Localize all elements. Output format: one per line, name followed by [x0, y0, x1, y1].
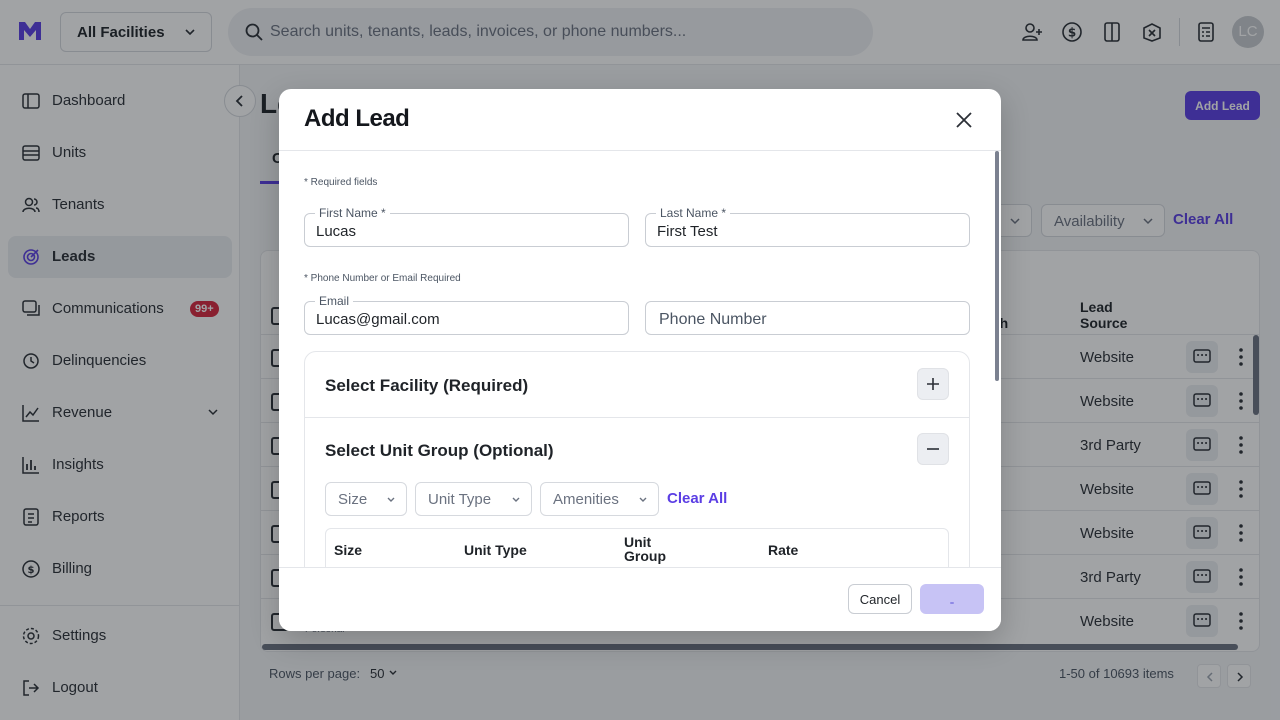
last-name-input[interactable] [657, 222, 957, 240]
chevron-down-icon [512, 497, 520, 502]
size-filter[interactable]: Size [325, 482, 407, 516]
required-fields-note: * Required fields [304, 177, 378, 188]
plus-icon [927, 378, 939, 390]
column-header-rate[interactable]: Rate [768, 543, 798, 557]
chevron-down-icon [387, 497, 395, 502]
first-name-field[interactable]: First Name * [304, 206, 629, 247]
section-divider [305, 417, 969, 418]
column-header-unit-group[interactable]: Unit Group [624, 535, 674, 563]
expand-facility-button[interactable] [917, 368, 949, 400]
size-filter-label: Size [338, 491, 368, 508]
loading-indicator [950, 602, 954, 604]
first-name-input[interactable] [316, 222, 616, 240]
submit-button[interactable] [920, 584, 984, 614]
minus-icon [927, 448, 939, 450]
last-name-field[interactable]: Last Name * [645, 206, 970, 247]
phone-input[interactable] [659, 310, 959, 328]
email-input[interactable] [316, 310, 616, 328]
last-name-label: Last Name * [656, 206, 731, 220]
chevron-down-icon [639, 497, 647, 502]
modal-title: Add Lead [304, 105, 410, 132]
unit-type-filter-label: Unit Type [428, 491, 492, 508]
email-label: Email [315, 294, 354, 308]
clear-unit-filters-link[interactable]: Clear All [667, 490, 727, 507]
phone-field[interactable] [645, 301, 970, 335]
unit-type-filter[interactable]: Unit Type [415, 482, 532, 516]
select-unit-group-heading: Select Unit Group (Optional) [325, 441, 554, 460]
modal-header-divider [279, 150, 1001, 151]
email-field[interactable]: Email [304, 294, 629, 335]
modal-scrollbar[interactable] [995, 151, 999, 381]
select-facility-heading: Select Facility (Required) [325, 376, 529, 395]
amenities-filter[interactable]: Amenities [540, 482, 659, 516]
contact-required-note: * Phone Number or Email Required [304, 273, 461, 284]
close-icon [956, 112, 972, 128]
close-modal-button[interactable] [951, 107, 977, 133]
column-header-unit-type[interactable]: Unit Type [464, 543, 527, 557]
column-header-size[interactable]: Size [334, 543, 362, 557]
amenities-filter-label: Amenities [553, 491, 619, 508]
first-name-label: First Name * [315, 206, 390, 220]
cancel-button[interactable]: Cancel [848, 584, 912, 614]
add-lead-modal: Add Lead * Required fields First Name * … [279, 89, 1001, 631]
collapse-unit-group-button[interactable] [917, 433, 949, 465]
